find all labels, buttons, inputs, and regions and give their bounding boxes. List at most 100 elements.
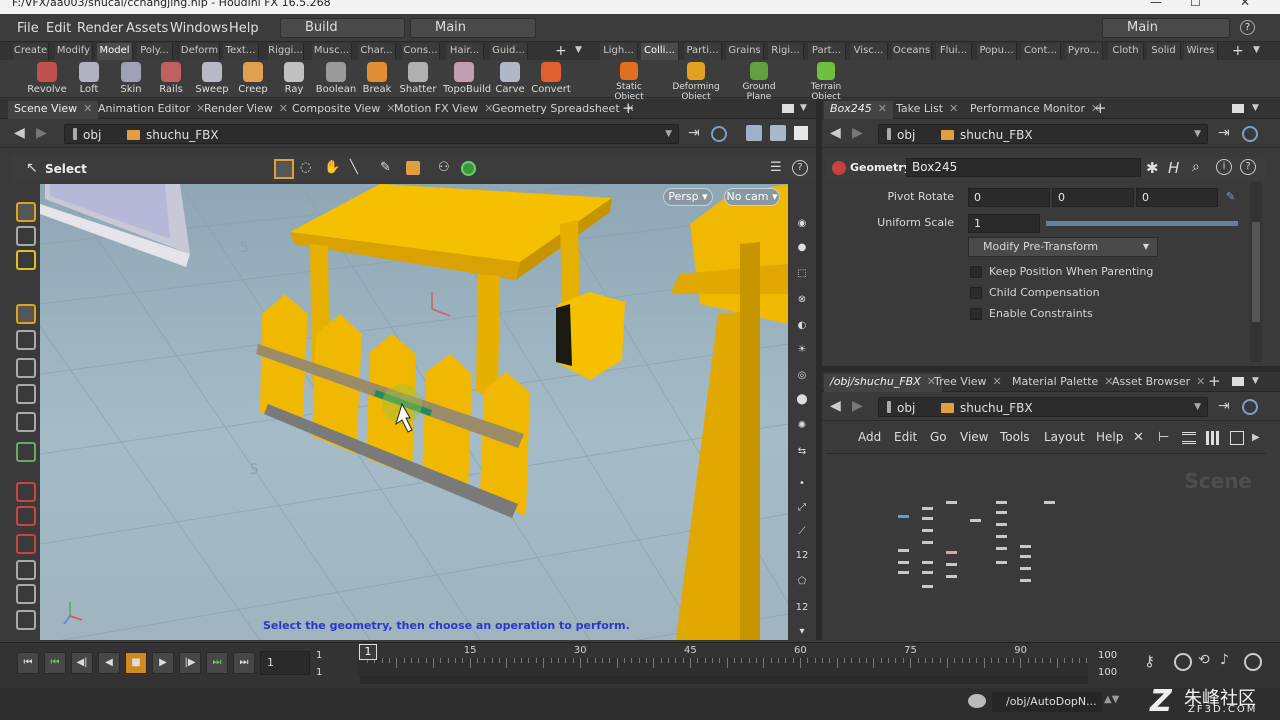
shelf-tab-create[interactable]: Create bbox=[13, 43, 49, 60]
add-shelf-tab-button-right[interactable]: + bbox=[1232, 43, 1244, 59]
link-icon[interactable] bbox=[711, 126, 727, 142]
shelf-tab-cloth[interactable]: Cloth bbox=[1108, 43, 1144, 60]
snapping-tool-icon[interactable] bbox=[16, 442, 36, 462]
path-crumb-obj[interactable]: obj bbox=[887, 401, 915, 415]
toggle-selection-icon[interactable] bbox=[461, 161, 476, 176]
jump-to-start-button[interactable]: ⏮ bbox=[17, 652, 39, 674]
path-crumb-obj[interactable]: obj bbox=[73, 128, 101, 142]
shelf-tool-carve[interactable]: Carve bbox=[489, 62, 531, 95]
more-options-icon[interactable]: ▶ bbox=[1252, 432, 1260, 443]
pin-icon[interactable]: ⇥ bbox=[688, 125, 700, 141]
tab-geometry-spreadsheet[interactable]: Geometry Spreadsheet ✕ bbox=[486, 101, 641, 119]
pane-divider-horizontal[interactable] bbox=[822, 366, 1280, 372]
network-menu-help[interactable]: Help bbox=[1096, 430, 1123, 444]
network-node[interactable] bbox=[922, 541, 933, 544]
point-numbers-icon[interactable]: 12 bbox=[792, 550, 812, 568]
menu-help[interactable]: Help bbox=[229, 21, 259, 36]
pivot-rotate-z-field[interactable]: 0 bbox=[1136, 188, 1218, 207]
shelf-tool-revolve[interactable]: Revolve bbox=[26, 62, 68, 95]
path-dropdown-chevron-icon[interactable]: ▼ bbox=[665, 129, 672, 139]
tab-box245[interactable]: Box245 ✕ bbox=[824, 101, 894, 119]
shelf-tab-guides[interactable]: Guid... bbox=[490, 43, 528, 60]
step-back-button[interactable]: ◀| bbox=[71, 652, 93, 674]
menu-assets[interactable]: Assets bbox=[126, 21, 168, 36]
shelf-tab-constraints[interactable]: Cons... bbox=[402, 43, 440, 60]
ghost-tool-icon[interactable] bbox=[16, 560, 36, 580]
shelf-tool-deforming-object[interactable]: Deforming Object bbox=[668, 62, 724, 102]
maximize-pane-icon[interactable] bbox=[1232, 377, 1244, 386]
select-tool-icon[interactable] bbox=[16, 304, 36, 324]
search-icon[interactable]: ⌕ bbox=[1192, 159, 1200, 175]
add-shelf-tab-button[interactable]: + bbox=[555, 43, 567, 59]
maximize-pane-icon[interactable] bbox=[782, 104, 794, 113]
shelf-tab-particle-fluids[interactable]: Part... bbox=[808, 43, 846, 60]
frame-ruler[interactable] bbox=[358, 658, 1088, 676]
shelf-tab-model[interactable]: Model bbox=[97, 43, 133, 60]
shelf-tool-creep[interactable]: Creep bbox=[232, 62, 274, 95]
add-tab-button[interactable]: + bbox=[1094, 99, 1107, 117]
shelf-tool-sweep[interactable]: Sweep bbox=[191, 62, 233, 95]
viewport-help-icon[interactable]: ? bbox=[792, 160, 808, 176]
range-end-field[interactable]: 100 bbox=[1098, 650, 1117, 661]
gear-icon[interactable]: ✱ bbox=[1146, 159, 1159, 177]
dop-path-chevron-icon[interactable]: ▲▼ bbox=[1104, 694, 1119, 705]
network-menu-edit[interactable]: Edit bbox=[894, 430, 917, 444]
maximize-pane-icon[interactable] bbox=[1232, 104, 1244, 113]
network-node[interactable] bbox=[1020, 545, 1031, 548]
add-tab-button[interactable]: + bbox=[1208, 372, 1221, 390]
tree-icon[interactable]: ⊢ bbox=[1158, 430, 1169, 445]
network-node[interactable] bbox=[898, 515, 909, 518]
shelf-tool-skin[interactable]: Skin bbox=[110, 62, 152, 95]
viewport-options-icon[interactable]: ☰ bbox=[770, 160, 782, 175]
network-node[interactable] bbox=[996, 523, 1007, 526]
step-forward-keyframe-button[interactable]: ⏭ bbox=[206, 652, 228, 674]
keep-position-checkbox[interactable] bbox=[970, 266, 982, 278]
shelf-tab-oceans[interactable]: Oceans bbox=[892, 43, 932, 60]
point-display-icon[interactable]: • bbox=[792, 478, 812, 496]
step-forward-button[interactable]: |▶ bbox=[179, 652, 201, 674]
rotate-tool-icon[interactable] bbox=[16, 358, 36, 378]
headlight-icon[interactable]: ☀ bbox=[792, 344, 812, 362]
uniform-scale-slider[interactable] bbox=[1046, 221, 1238, 226]
pane-menu-chevron-icon[interactable]: ▼ bbox=[1252, 103, 1259, 113]
network-node[interactable] bbox=[946, 563, 957, 566]
select-groups-icon[interactable] bbox=[406, 161, 420, 175]
brush-tool-icon[interactable] bbox=[16, 584, 36, 604]
shelf-tool-topobuild[interactable]: TopoBuild bbox=[443, 62, 491, 95]
key-icon[interactable]: ⚷ bbox=[1144, 652, 1155, 670]
current-frame-field[interactable]: 1 bbox=[260, 651, 310, 675]
shelf-tool-ray[interactable]: Ray bbox=[273, 62, 315, 95]
shelf-tab-text[interactable]: Text... bbox=[223, 43, 259, 60]
network-node[interactable] bbox=[1020, 567, 1031, 570]
range-slider[interactable] bbox=[360, 676, 1088, 684]
shelf-menu-chevron-icon[interactable]: ▼ bbox=[575, 45, 582, 55]
path-crumb-shuchu[interactable]: shuchu_FBX bbox=[127, 128, 219, 142]
node-help-icon[interactable]: ? bbox=[1240, 159, 1256, 175]
network-node[interactable] bbox=[996, 547, 1007, 550]
shadows-icon[interactable]: ⬤ bbox=[792, 394, 812, 412]
shelf-tab-viscous[interactable]: Visc... bbox=[850, 43, 888, 60]
primitive-display-icon[interactable]: ⬠ bbox=[792, 576, 812, 594]
main-desktop-dropdown[interactable]: Main bbox=[410, 18, 536, 38]
select-arrow-icon[interactable]: ↖ bbox=[26, 160, 38, 176]
tab-asset-browser[interactable]: Asset Browser ✕ bbox=[1106, 374, 1211, 392]
network-node[interactable] bbox=[996, 511, 1007, 514]
shelf-tab-muscles[interactable]: Musc... bbox=[312, 43, 352, 60]
primitive-numbers-icon[interactable]: 12 bbox=[792, 602, 812, 620]
network-editor-canvas[interactable]: Scene bbox=[826, 455, 1266, 640]
play-reverse-button[interactable]: ◀ bbox=[98, 652, 120, 674]
transform-tool-icon[interactable] bbox=[16, 412, 36, 432]
close-tab-icon[interactable]: ✕ bbox=[878, 102, 887, 115]
display-geometry-icon[interactable] bbox=[746, 125, 762, 141]
menu-render[interactable]: Render bbox=[77, 21, 123, 36]
shelf-tool-terrain-object[interactable]: Terrain Object bbox=[796, 62, 856, 102]
link-icon[interactable] bbox=[1242, 399, 1258, 415]
shelf-tab-modify[interactable]: Modify bbox=[55, 43, 93, 60]
path-crumb-obj[interactable]: obj bbox=[887, 128, 915, 142]
light-tool-icon[interactable] bbox=[16, 534, 36, 554]
node-name-field[interactable]: Box245 bbox=[906, 158, 1141, 177]
camera-select-button[interactable]: No cam ▾ bbox=[724, 188, 780, 206]
forward-arrow-icon[interactable]: ▶ bbox=[852, 125, 863, 141]
shelf-tool-convert[interactable]: Convert bbox=[530, 62, 572, 95]
close-tab-icon[interactable]: ✕ bbox=[949, 102, 958, 115]
